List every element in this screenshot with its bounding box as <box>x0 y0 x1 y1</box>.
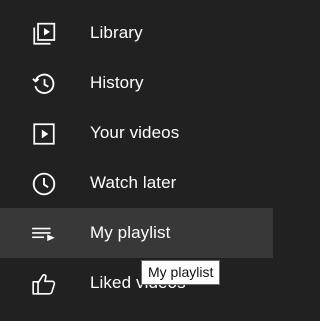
sidebar-item-label: My playlist <box>90 223 171 242</box>
clock-icon <box>31 171 57 197</box>
sidebar-item-my-playlist[interactable]: My playlist <box>0 208 273 258</box>
tooltip: My playlist <box>141 260 221 285</box>
sidebar-item-label: Library <box>90 23 143 42</box>
sidebar-menu: Library History Your videos Watch later … <box>0 8 273 308</box>
sidebar-item-label: History <box>90 73 144 92</box>
history-icon <box>31 71 57 97</box>
play-icon <box>31 121 57 147</box>
sidebar-item-liked-videos[interactable]: Liked videos <box>0 258 273 308</box>
playlist-icon <box>31 221 57 247</box>
sidebar-item-library[interactable]: Library <box>0 8 273 58</box>
sidebar-item-label: Watch later <box>90 173 177 192</box>
sidebar-item-your-videos[interactable]: Your videos <box>0 108 273 158</box>
sidebar-item-watch-later[interactable]: Watch later <box>0 158 273 208</box>
library-icon <box>31 21 57 47</box>
sidebar-item-label: Your videos <box>90 123 180 142</box>
thumbs-up-icon <box>31 271 57 297</box>
sidebar-item-history[interactable]: History <box>0 58 273 108</box>
